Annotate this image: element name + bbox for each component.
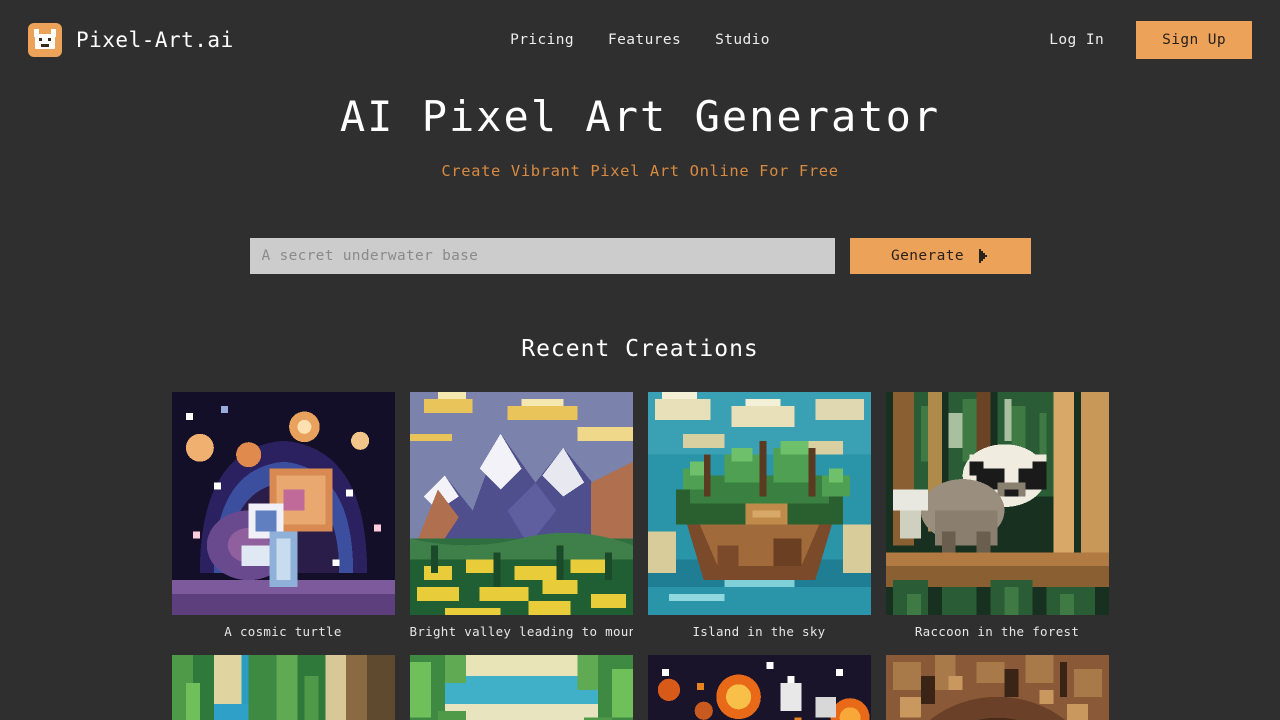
hero-subtitle: Create Vibrant Pixel Art Online For Free <box>441 162 839 181</box>
creation-thumbnail <box>409 655 633 720</box>
login-link[interactable]: Log In <box>1049 32 1104 48</box>
recent-creations-section: Recent Creations A cosmic turtle Bright … <box>0 336 1280 720</box>
creation-thumbnail <box>647 655 871 720</box>
creation-caption: A cosmic turtle <box>224 624 342 640</box>
creation-caption: Island in the sky <box>692 624 826 640</box>
prompt-bar: Generate <box>0 238 1280 275</box>
creations-grid: A cosmic turtle Bright valley leading to… <box>171 392 1109 720</box>
signup-button[interactable]: Sign Up <box>1136 21 1252 59</box>
generate-button-label: Generate <box>890 248 965 265</box>
creation-caption: Bright valley leading to mountain. <box>409 624 633 640</box>
header-actions: Log In Sign Up <box>1049 21 1252 59</box>
creation-card[interactable]: Raccoon in the forest <box>885 392 1109 640</box>
creation-thumbnail <box>409 392 633 616</box>
creation-card[interactable]: Bright valley leading to mountain. <box>409 392 633 640</box>
prompt-input[interactable] <box>249 238 835 275</box>
creation-card[interactable]: Island in the sky <box>647 392 871 640</box>
nav-item-pricing[interactable]: Pricing <box>510 32 574 48</box>
section-title: Recent Creations <box>521 336 759 363</box>
brand-logo[interactable]: Pixel-Art.ai <box>28 23 234 57</box>
creation-caption: Raccoon in the forest <box>914 624 1080 640</box>
nav-item-studio[interactable]: Studio <box>715 32 770 48</box>
hero-section: AI Pixel Art Generator Create Vibrant Pi… <box>0 80 1280 275</box>
creation-card[interactable] <box>647 655 871 720</box>
creation-card[interactable] <box>409 655 633 720</box>
creation-thumbnail <box>171 655 395 720</box>
creation-card[interactable] <box>171 655 395 720</box>
page-title: AI Pixel Art Generator <box>339 92 941 141</box>
brand-name: Pixel-Art.ai <box>76 28 234 52</box>
cat-logo-icon <box>28 23 62 57</box>
generate-button[interactable]: Generate <box>849 238 1031 275</box>
creation-thumbnail <box>885 392 1109 616</box>
main-nav: Pricing Features Studio <box>510 32 770 48</box>
play-arrow-icon <box>979 249 988 264</box>
creation-thumbnail <box>171 392 395 616</box>
nav-item-features[interactable]: Features <box>608 32 681 48</box>
creation-card[interactable] <box>885 655 1109 720</box>
creation-thumbnail <box>647 392 871 616</box>
creation-card[interactable]: A cosmic turtle <box>171 392 395 640</box>
site-header: Pixel-Art.ai Pricing Features Studio Log… <box>0 0 1280 80</box>
creation-thumbnail <box>885 655 1109 720</box>
